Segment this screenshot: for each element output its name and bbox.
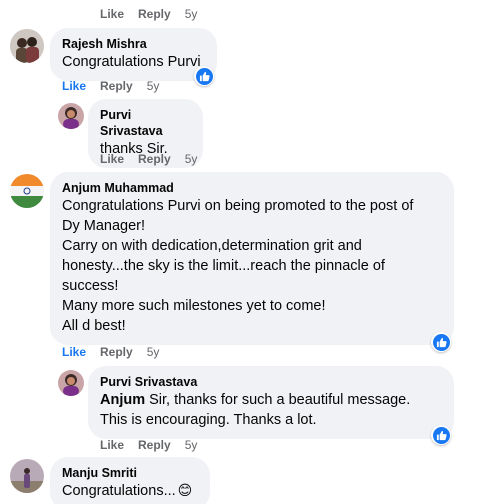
comment-text-line: All d best!	[62, 318, 126, 334]
avatar[interactable]	[10, 29, 44, 63]
comment-author[interactable]: Anjum Muhammad	[62, 180, 442, 196]
comment-bubble: Rajesh Mishra Congratulations Purvi	[50, 28, 217, 81]
comment-text: Sir, thanks for such a beautiful message…	[145, 392, 411, 408]
reply-link[interactable]: Reply	[138, 152, 171, 166]
comment-bubble: Anjum Muhammad Congratulations Purvi on …	[50, 172, 454, 345]
comment-text-line: Dy Manager!	[62, 218, 146, 234]
comment-text-line: Congratulations Purvi on being promoted …	[62, 198, 414, 214]
avatar[interactable]	[10, 459, 44, 493]
mention-link[interactable]: Anjum	[100, 392, 145, 408]
like-link[interactable]: Like	[62, 79, 86, 93]
reaction-badge[interactable]	[431, 425, 451, 445]
comment-text-line: Anjum Sir, thanks for such a beautiful m…	[100, 390, 442, 410]
thumbs-up-icon	[436, 337, 447, 347]
timestamp: 5y	[146, 79, 160, 93]
reaction-badge[interactable]	[431, 332, 451, 352]
reply-link[interactable]: Reply	[138, 7, 171, 21]
reaction-badge[interactable]	[194, 66, 214, 86]
smile-emoji-icon: 😊	[177, 483, 193, 499]
thumbs-up-icon	[199, 71, 210, 81]
comment-text: Congratulations... 😊	[62, 483, 193, 499]
timestamp: 5y	[146, 345, 160, 359]
comment-author[interactable]: Purvi Srivastava	[100, 374, 442, 390]
timestamp: 5y	[184, 7, 198, 21]
comment-text-line: Many more such milestones yet to come!	[62, 298, 326, 314]
timestamp: 5y	[184, 152, 198, 166]
comment-bubble: Manju Smriti Congratulations... 😊	[50, 457, 210, 504]
comment-text-line: Carry on with dedication,determination g…	[62, 238, 362, 254]
comment-actions: Like Reply 5y	[100, 151, 211, 167]
comment-author[interactable]: Purvi Srivastava	[100, 107, 191, 139]
comment-text-line: honesty...the sky is the limit...reach t…	[62, 258, 385, 274]
comment-bubble: Purvi Srivastava Anjum Sir, thanks for s…	[88, 366, 454, 439]
reply-link[interactable]: Reply	[100, 345, 133, 359]
timestamp: 5y	[184, 438, 198, 452]
comment-author[interactable]: Rajesh Mishra	[62, 36, 205, 52]
like-link[interactable]: Like	[62, 345, 86, 359]
reply-link[interactable]: Reply	[138, 438, 171, 452]
thumbs-up-icon	[436, 430, 447, 440]
like-link[interactable]: Like	[100, 438, 124, 452]
comment-actions: Like Reply 5y	[100, 437, 211, 453]
like-link[interactable]: Like	[100, 7, 124, 21]
avatar[interactable]	[58, 103, 84, 129]
avatar[interactable]	[58, 370, 84, 396]
comment-text-line: This is encouraging. Thanks a lot.	[100, 412, 317, 428]
avatar[interactable]	[10, 174, 44, 208]
comment-actions: Like Reply 5y	[100, 6, 211, 22]
reply-link[interactable]: Reply	[100, 79, 133, 93]
comment-text: Congratulations Purvi	[62, 54, 201, 70]
comment-actions: Like Reply 5y	[62, 78, 173, 94]
comment-text-line: success!	[62, 278, 119, 294]
comment-actions: Like Reply 5y	[62, 344, 173, 360]
comment-author[interactable]: Manju Smriti	[62, 465, 198, 481]
like-link[interactable]: Like	[100, 152, 124, 166]
